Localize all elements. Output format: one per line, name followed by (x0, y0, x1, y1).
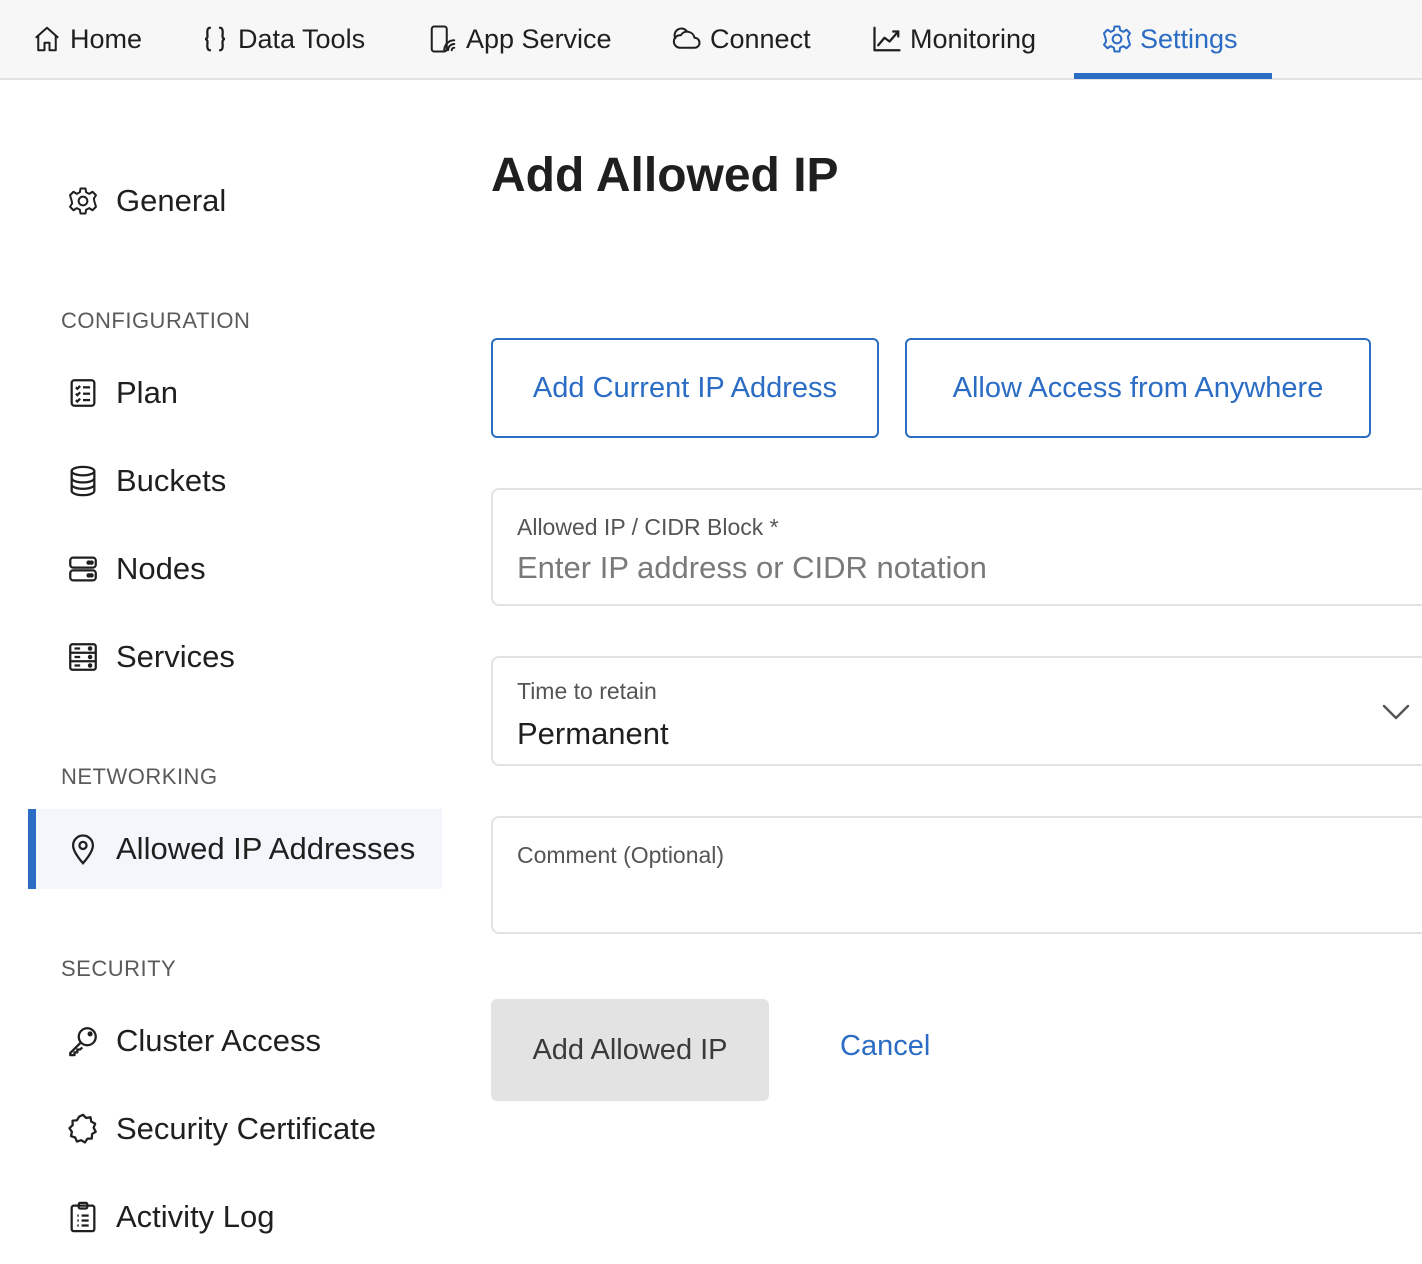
certificate-icon (68, 1113, 97, 1144)
allow-access-anywhere-button[interactable]: Allow Access from Anywhere (905, 338, 1371, 438)
sidebar-item-label: Cluster Access (116, 1023, 322, 1058)
ip-cidr-field[interactable]: Allowed IP / CIDR Block * Enter IP addre… (491, 488, 1422, 606)
sidebar-item-plan[interactable]: Plan (66, 369, 178, 417)
ip-cidr-placeholder: Enter IP address or CIDR notation (517, 550, 987, 585)
add-current-ip-button[interactable]: Add Current IP Address (491, 338, 879, 438)
clipboard-icon (70, 1201, 96, 1233)
gear-icon (1103, 25, 1131, 53)
sidebar-section-header: NETWORKING (61, 764, 218, 789)
chevron-down-icon (1382, 704, 1410, 720)
key-icon (69, 1027, 97, 1057)
tab-settings-label: Settings (1140, 23, 1238, 54)
services-icon (69, 643, 97, 671)
time-to-retain-select[interactable]: Time to retain Permanent (491, 656, 1422, 766)
location-pin-icon (71, 834, 95, 865)
chart-line-icon (873, 26, 901, 52)
sidebar-item-label: Allowed IP Addresses (116, 831, 416, 866)
add-allowed-ip-button[interactable]: Add Allowed IP (491, 999, 769, 1101)
ip-cidr-label: Allowed IP / CIDR Block * (517, 514, 779, 540)
comment-label: Comment (Optional) (517, 842, 725, 868)
sidebar-item-general[interactable]: General (66, 177, 226, 225)
tab-data-tools[interactable]: Data Tools (200, 0, 365, 78)
tab-data-tools-label: Data Tools (238, 23, 366, 54)
sidebar-item-activity-log[interactable]: Activity Log (66, 1193, 275, 1241)
gear-icon (69, 187, 97, 215)
page-title: Add Allowed IP (491, 149, 839, 202)
cloud-icon (672, 27, 701, 49)
sidebar-item-label: Plan (116, 375, 179, 410)
tab-app-service-label: App Service (466, 23, 612, 54)
tab-app-service[interactable]: App Service (428, 0, 612, 78)
braces-icon (204, 26, 226, 52)
active-tab-indicator (1074, 73, 1272, 79)
sidebar-section-header: SECURITY (61, 956, 177, 981)
sidebar-item-label: Security Certificate (116, 1111, 377, 1146)
comment-field[interactable]: Comment (Optional) (491, 816, 1422, 934)
sidebar-item-allowed-ip-addresses[interactable]: Allowed IP Addresses (66, 825, 415, 873)
tab-monitoring-label: Monitoring (910, 23, 1037, 54)
top-navigation: Home Data Tools App Service Connect Moni… (0, 0, 1422, 80)
checklist-icon (70, 379, 96, 407)
database-icon (70, 465, 96, 497)
sidebar-item-label: General (116, 183, 227, 218)
sidebar-item-cluster-access[interactable]: Cluster Access (66, 1017, 321, 1065)
tab-connect-label: Connect (710, 23, 811, 54)
sidebar-item-buckets[interactable]: Buckets (66, 457, 226, 505)
tab-connect[interactable]: Connect (672, 0, 811, 78)
sidebar-item-nodes[interactable]: Nodes (66, 545, 206, 593)
sidebar-item-services[interactable]: Services (66, 633, 235, 681)
tab-home[interactable]: Home (32, 0, 142, 78)
server-icon (69, 556, 97, 582)
tab-home-label: Home (70, 23, 143, 54)
cancel-button[interactable]: Cancel (840, 1030, 930, 1063)
sidebar-item-label: Nodes (116, 551, 206, 586)
home-icon (35, 26, 59, 52)
sidebar-item-label: Services (116, 639, 235, 674)
sidebar-item-security-certificate[interactable]: Security Certificate (66, 1105, 376, 1153)
tab-monitoring[interactable]: Monitoring (872, 0, 1036, 78)
sidebar-item-label: Buckets (116, 463, 227, 498)
app-service-icon (430, 25, 456, 53)
time-to-retain-label: Time to retain (517, 678, 657, 704)
tab-settings[interactable]: Settings (1102, 0, 1238, 78)
sidebar-item-label: Activity Log (116, 1199, 275, 1234)
sidebar-section-header: CONFIGURATION (61, 308, 251, 333)
time-to-retain-value: Permanent (517, 716, 669, 751)
